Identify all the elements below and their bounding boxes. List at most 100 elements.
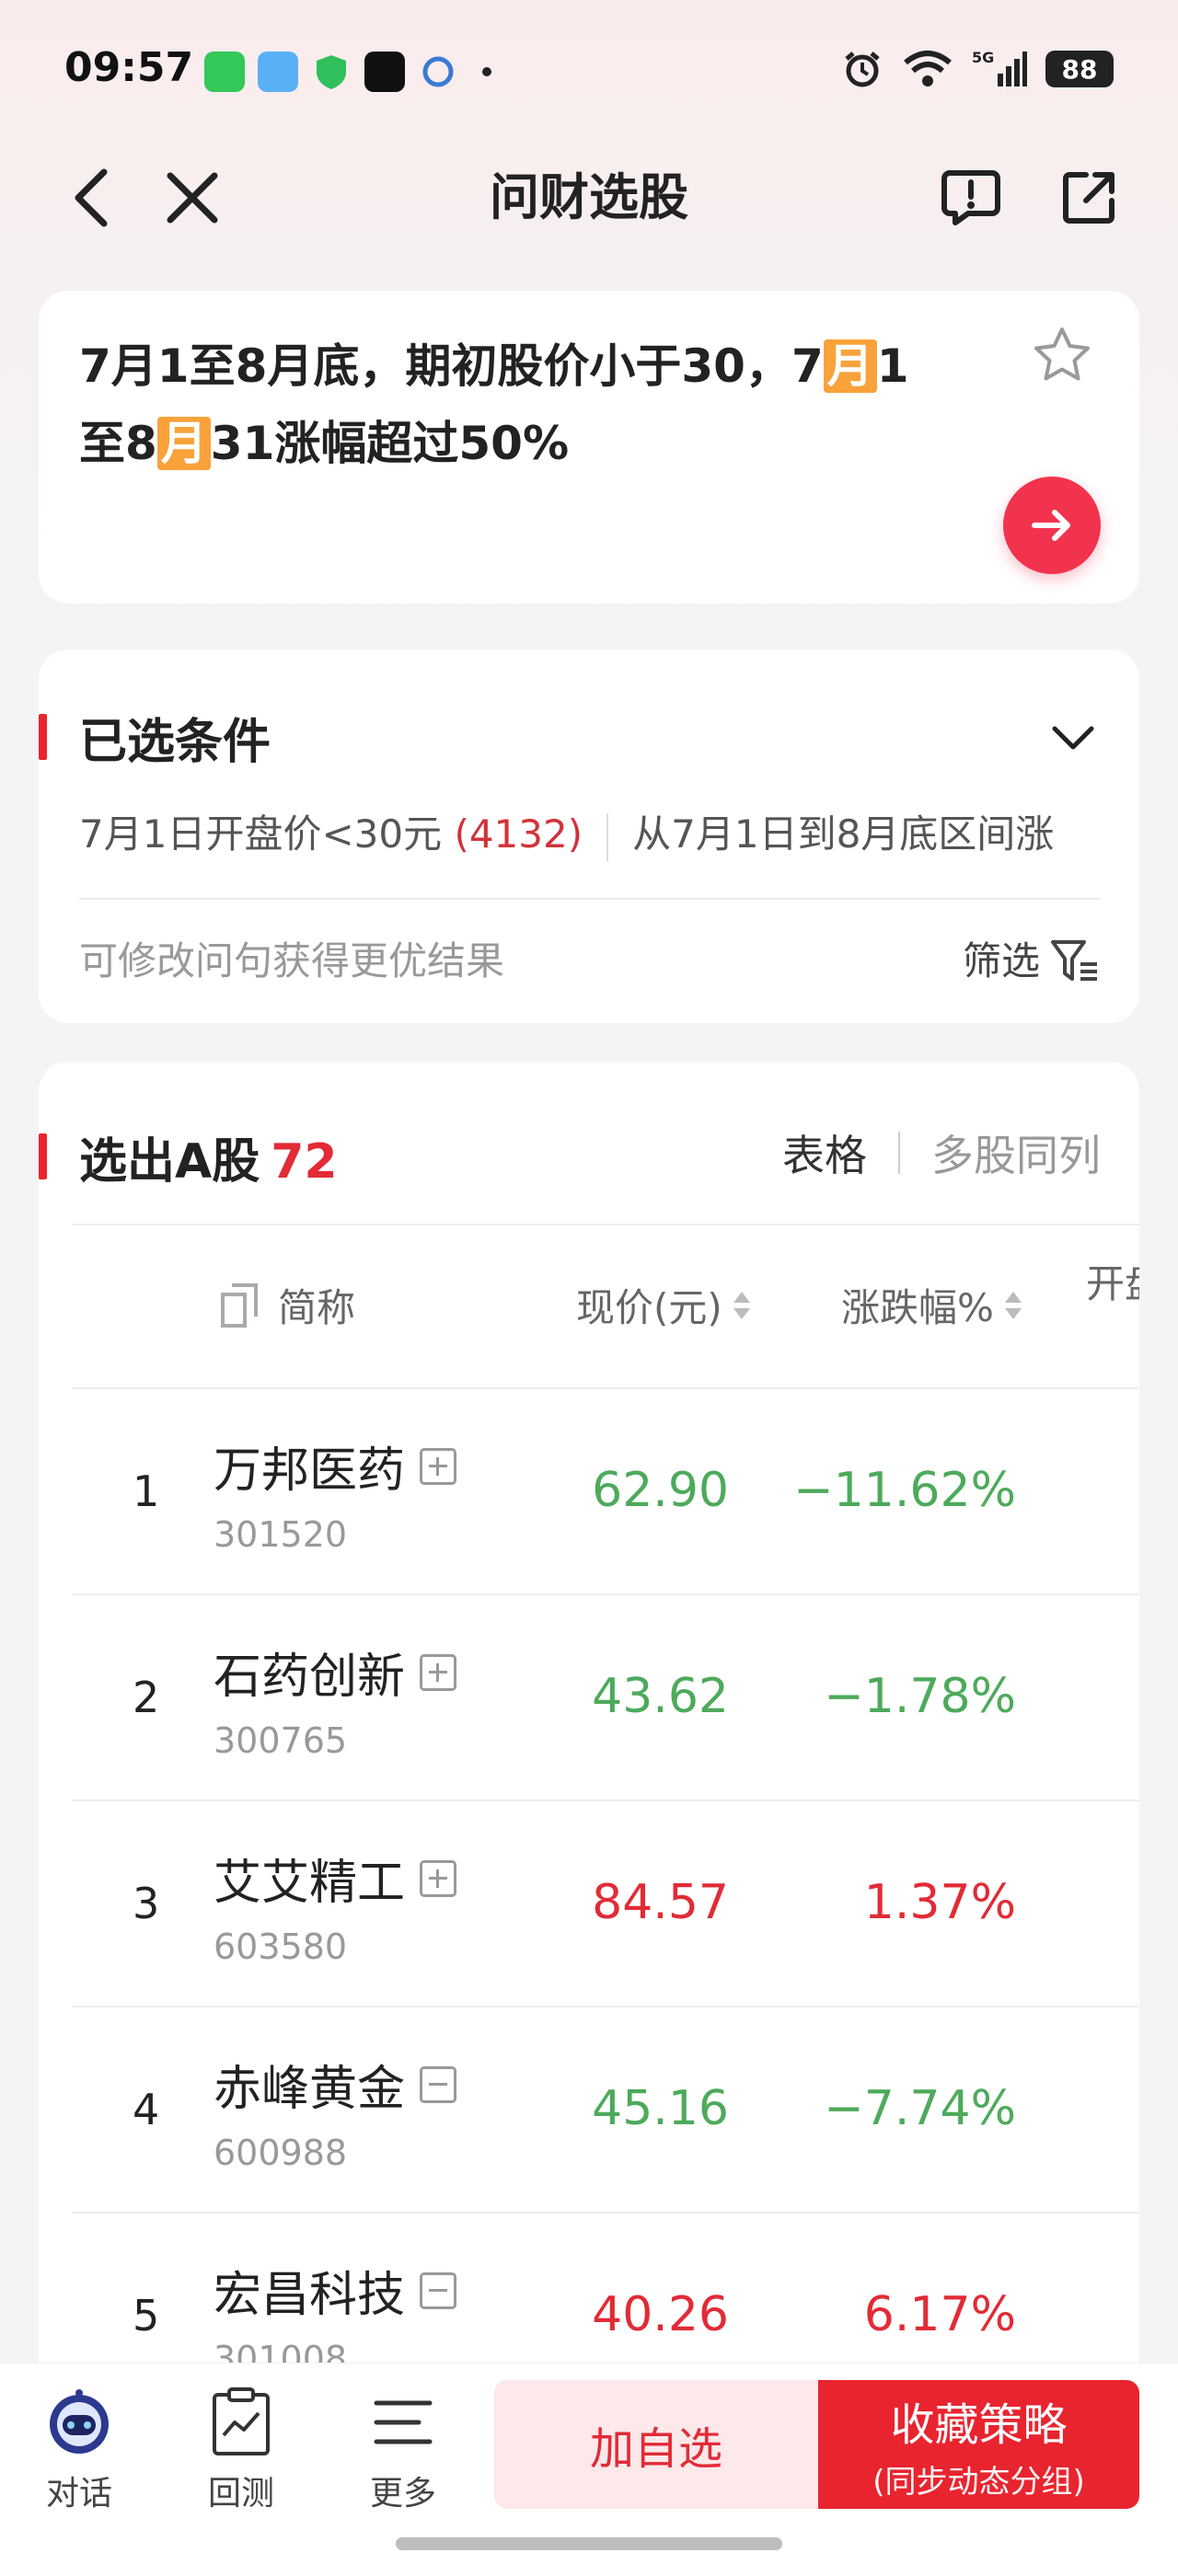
- condition-count: (4132): [454, 811, 583, 857]
- stock-name-text: 宏昌科技: [214, 2268, 406, 2323]
- home-indicator[interactable]: [396, 2537, 782, 2550]
- filter-button[interactable]: 筛选: [963, 929, 1101, 994]
- stock-name: 艾艾精工: [214, 1844, 457, 1913]
- add-watchlist-icon[interactable]: [420, 1653, 457, 1691]
- stock-price: 84.57: [592, 1875, 729, 1930]
- filter-icon: [1051, 940, 1097, 981]
- row-rank: 2: [133, 1673, 160, 1722]
- filter-label: 筛选: [962, 938, 1040, 983]
- column-header-change[interactable]: 涨跌幅%: [841, 1277, 1022, 1333]
- table-row[interactable]: 2 石药创新 300765 43.62 −1.78%: [72, 1595, 1139, 1801]
- tab-backtest-label: 回测: [207, 2475, 274, 2513]
- condition-chips[interactable]: 7月1日开盘价<30元 (4132) 从7月1日到8月底区间涨: [79, 802, 1141, 867]
- column-header-open[interactable]: 开盘: [1086, 1253, 1139, 1309]
- cellular-5g-icon: 5G: [972, 49, 1027, 86]
- results-title: 选出A股 72: [79, 1122, 338, 1191]
- section-marker: [39, 714, 47, 760]
- column-header-label: 涨跌幅%: [841, 1285, 994, 1330]
- stock-name-text: 赤峰黄金: [214, 2062, 406, 2117]
- copy-icon[interactable]: [219, 1282, 260, 1329]
- row-rank: 3: [133, 1879, 160, 1928]
- menu-icon: [366, 2386, 440, 2459]
- stock-code: 300765: [214, 1720, 348, 1761]
- status-time: 09:57: [64, 44, 194, 91]
- query-highlight: 月: [823, 339, 877, 393]
- stock-change: −7.74%: [824, 2081, 1016, 2136]
- sort-icon: [1004, 1291, 1022, 1319]
- query-text[interactable]: 7月1至8月底，期初股价小于30，7月1 至8月31涨幅超过50%: [79, 328, 999, 482]
- remove-watchlist-icon[interactable]: [420, 2271, 457, 2309]
- stock-code: 603580: [214, 1926, 348, 1967]
- stock-name: 赤峰黄金: [214, 2050, 457, 2119]
- more-notifications-dot: [482, 67, 491, 76]
- alarm-icon: [845, 52, 880, 87]
- table-header: 简称 现价(元) 涨跌幅% 开盘: [72, 1224, 1139, 1389]
- stock-change: 1.37%: [863, 1875, 1016, 1930]
- tab-more-label: 更多: [369, 2475, 436, 2513]
- conditions-title: 已选条件: [79, 715, 271, 770]
- stock-name-text: 石药创新: [214, 1650, 406, 1705]
- save-strategy-sublabel: (同步动态分组): [872, 2463, 1085, 2501]
- save-strategy-button[interactable]: 收藏策略 (同步动态分组): [818, 2380, 1139, 2509]
- column-header-price[interactable]: 现价(元): [576, 1277, 750, 1333]
- stock-code: 301520: [214, 1514, 348, 1555]
- submit-query-button[interactable]: [1003, 477, 1101, 574]
- condition-chip-open-price[interactable]: 7月1日开盘价<30元 (4132): [79, 811, 583, 857]
- refine-hint: 可修改问句获得更优结果: [79, 938, 505, 983]
- robot-icon: [42, 2386, 116, 2459]
- notification-icons: [204, 52, 491, 92]
- view-switch: 表格 多股同列: [782, 1122, 1101, 1183]
- phone-app-icon: [204, 52, 245, 92]
- save-strategy-label: 收藏策略: [890, 2398, 1068, 2451]
- tab-chat[interactable]: 对话: [24, 2386, 134, 2514]
- column-header-name: 简称: [219, 1277, 355, 1333]
- stock-price: 43.62: [592, 1669, 729, 1724]
- condition-text: 7月1日开盘价<30元: [79, 811, 443, 857]
- query-text-part: 7月1至8月底，期初股价小于30，7: [79, 339, 824, 393]
- condition-chip-range-change[interactable]: 从7月1日到8月底区间涨: [632, 811, 1054, 857]
- remove-watchlist-icon[interactable]: [420, 2065, 457, 2103]
- conditions-card: 已选条件 7月1日开盘价<30元 (4132) 从7月1日到8月底区间涨 可修改问…: [39, 650, 1139, 1023]
- column-header-label: 简称: [278, 1285, 356, 1330]
- row-rank: 5: [133, 2291, 160, 2340]
- table-row[interactable]: 4 赤峰黄金 600988 45.16 −7.74%: [72, 2007, 1139, 2214]
- stock-price: 40.26: [592, 2287, 729, 2342]
- view-separator: [898, 1132, 900, 1174]
- add-to-watchlist-button[interactable]: 加自选: [494, 2380, 818, 2509]
- stock-name: 石药创新: [214, 1638, 457, 1707]
- table-row[interactable]: 3 艾艾精工 603580 84.57 1.37%: [72, 1801, 1139, 2007]
- stock-name-text: 万邦医药: [214, 1443, 406, 1499]
- shield-app-icon: [311, 52, 352, 92]
- tab-more[interactable]: 更多: [348, 2386, 458, 2514]
- tab-backtest[interactable]: 回测: [186, 2386, 296, 2514]
- results-count: 72: [271, 1134, 338, 1190]
- feedback-button[interactable]: [939, 166, 1003, 230]
- expand-conditions-button[interactable]: [1045, 710, 1101, 765]
- chevron-down-icon: [1052, 726, 1094, 750]
- query-card[interactable]: 7月1至8月底，期初股价小于30，7月1 至8月31涨幅超过50%: [39, 291, 1139, 604]
- tab-chat-label: 对话: [45, 2475, 112, 2513]
- stock-price: 45.16: [592, 2081, 729, 2136]
- condition-separator: [606, 812, 609, 861]
- link-app-icon: [418, 52, 458, 92]
- results-card: 选出A股72 表格 多股同列 简称 现价(元) 涨跌幅% 开盘 1 万邦医药 3…: [39, 1062, 1139, 2576]
- stock-name: 宏昌科技: [214, 2256, 457, 2325]
- arrow-right-icon: [1032, 510, 1070, 541]
- add-watchlist-icon[interactable]: [420, 1447, 457, 1485]
- add-watchlist-icon[interactable]: [420, 1859, 457, 1897]
- query-highlight: 月: [156, 417, 211, 470]
- sort-icon: [733, 1291, 750, 1319]
- view-multi-tab[interactable]: 多股同列: [931, 1122, 1101, 1183]
- stock-change: 6.17%: [863, 2287, 1016, 2342]
- weather-app-icon: [258, 52, 298, 92]
- table-row[interactable]: 1 万邦医药 301520 62.90 −11.62%: [72, 1389, 1139, 1595]
- view-table-tab[interactable]: 表格: [782, 1122, 867, 1183]
- share-icon: [1063, 172, 1114, 224]
- divider: [79, 898, 1101, 900]
- share-button[interactable]: [1057, 166, 1121, 230]
- svg-text:5G: 5G: [972, 49, 994, 66]
- query-text-part: 至8: [79, 417, 157, 470]
- section-marker: [39, 1133, 47, 1179]
- favorite-button[interactable]: [1029, 322, 1095, 388]
- stock-code: 600988: [214, 2133, 348, 2173]
